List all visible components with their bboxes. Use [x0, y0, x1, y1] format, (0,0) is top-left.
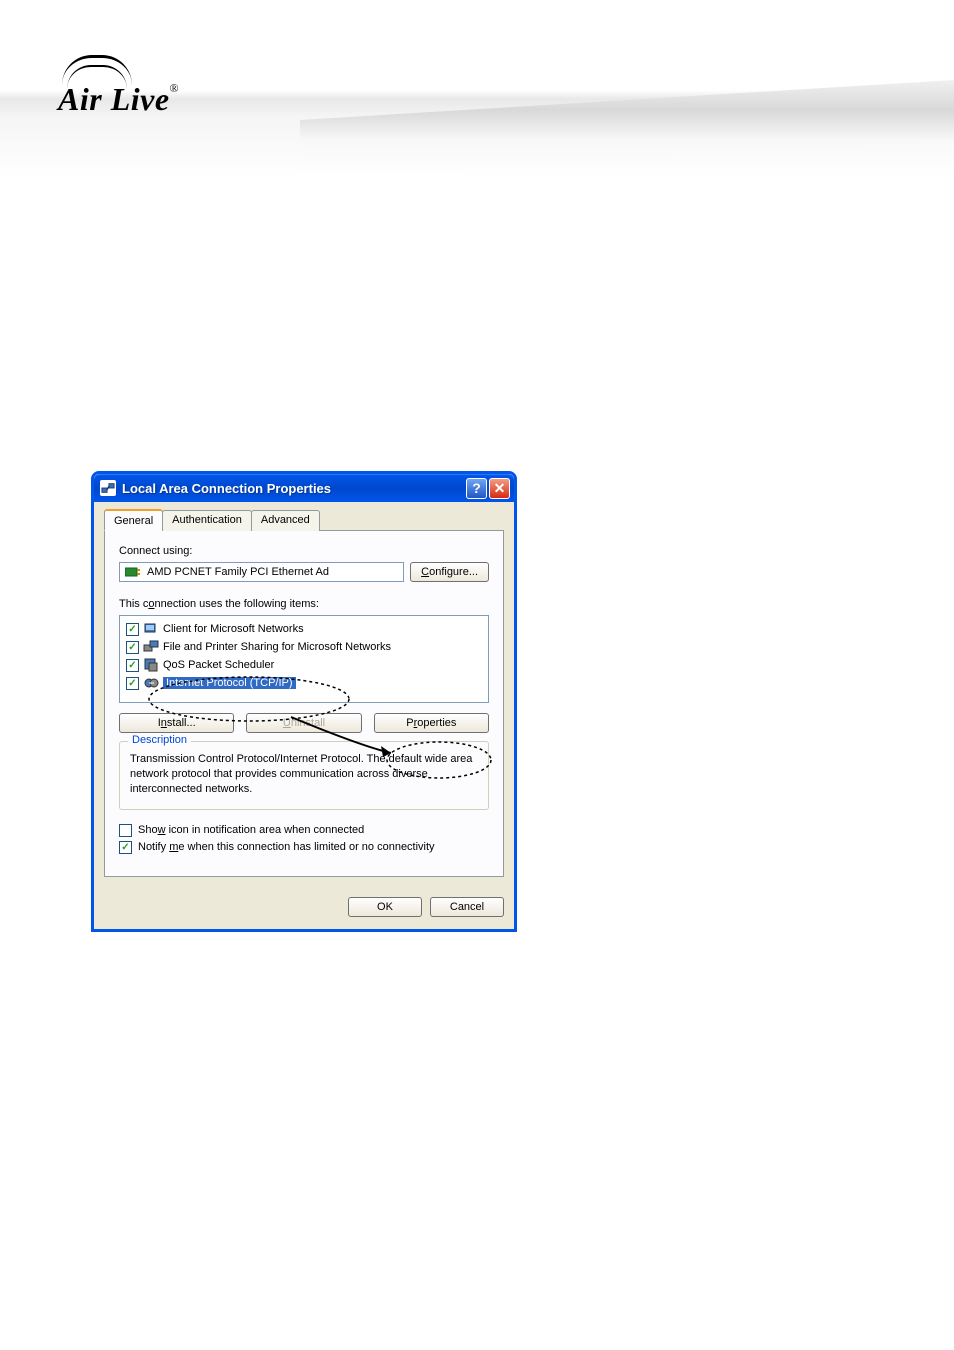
properties-button[interactable]: Properties: [374, 713, 489, 733]
description-group: Description Transmission Control Protoco…: [119, 741, 489, 810]
list-item[interactable]: ✓ File and Printer Sharing for Microsoft…: [126, 638, 482, 656]
tab-advanced[interactable]: Advanced: [251, 510, 320, 531]
notify-label: Notify me when this connection has limit…: [138, 841, 435, 853]
configure-button[interactable]: Configure...: [410, 562, 489, 582]
adapter-icon: [125, 566, 141, 578]
notify-row[interactable]: ✓ Notify me when this connection has lim…: [119, 841, 489, 854]
item-label: Internet Protocol (TCP/IP): [163, 677, 296, 689]
list-item[interactable]: ✓ QoS Packet Scheduler: [126, 656, 482, 674]
items-label: This connection uses the following items…: [119, 598, 489, 610]
checkbox-icon[interactable]: ✓: [126, 659, 139, 672]
logo: Air Live®: [58, 55, 179, 118]
checkbox-icon[interactable]: ✓: [126, 641, 139, 654]
connection-items-list[interactable]: ✓ Client for Microsoft Networks ✓ File a…: [119, 615, 489, 703]
item-label: Client for Microsoft Networks: [163, 623, 304, 635]
description-title: Description: [128, 734, 191, 746]
network-icon: [100, 480, 116, 496]
tab-authentication[interactable]: Authentication: [162, 510, 252, 531]
connect-using-label: Connect using:: [119, 545, 489, 557]
checkbox-icon[interactable]: ✓: [126, 677, 139, 690]
tab-general[interactable]: General: [104, 509, 163, 531]
properties-dialog: Local Area Connection Properties ? ✕ Gen…: [91, 471, 517, 932]
uninstall-button: Uninstall: [246, 713, 361, 733]
tab-pane-general: Connect using: AMD PCNET Family PCI Ethe…: [104, 530, 504, 877]
adapter-field: AMD PCNET Family PCI Ethernet Ad: [119, 562, 404, 582]
checkbox-icon[interactable]: ✓: [119, 824, 132, 837]
checkbox-icon[interactable]: ✓: [126, 623, 139, 636]
install-button[interactable]: Install...: [119, 713, 234, 733]
description-text: Transmission Control Protocol/Internet P…: [130, 752, 478, 797]
show-icon-label: Show icon in notification area when conn…: [138, 824, 364, 836]
checkbox-icon[interactable]: ✓: [119, 841, 132, 854]
titlebar[interactable]: Local Area Connection Properties ? ✕: [94, 474, 514, 502]
item-label: QoS Packet Scheduler: [163, 659, 274, 671]
list-item[interactable]: ✓ Client for Microsoft Networks: [126, 620, 482, 638]
fileprint-icon: [143, 639, 159, 655]
list-item-selected[interactable]: ✓ Internet Protocol (TCP/IP): [126, 674, 482, 692]
qos-icon: [143, 657, 159, 673]
help-button[interactable]: ?: [466, 478, 487, 499]
logo-reg: ®: [170, 81, 179, 95]
adapter-name: AMD PCNET Family PCI Ethernet Ad: [147, 566, 329, 578]
show-icon-row[interactable]: ✓ Show icon in notification area when co…: [119, 824, 489, 837]
logo-text: Air Live: [58, 81, 170, 117]
cancel-button[interactable]: Cancel: [430, 897, 504, 917]
client-icon: [143, 621, 159, 637]
tab-strip: General Authentication Advanced: [104, 510, 504, 531]
close-button[interactable]: ✕: [489, 478, 510, 499]
dialog-body: General Authentication Advanced Connect …: [94, 502, 514, 887]
dialog-title: Local Area Connection Properties: [122, 481, 464, 496]
item-label: File and Printer Sharing for Microsoft N…: [163, 641, 391, 653]
ok-button[interactable]: OK: [348, 897, 422, 917]
tcpip-icon: [143, 675, 159, 691]
dialog-footer: OK Cancel: [94, 887, 514, 929]
